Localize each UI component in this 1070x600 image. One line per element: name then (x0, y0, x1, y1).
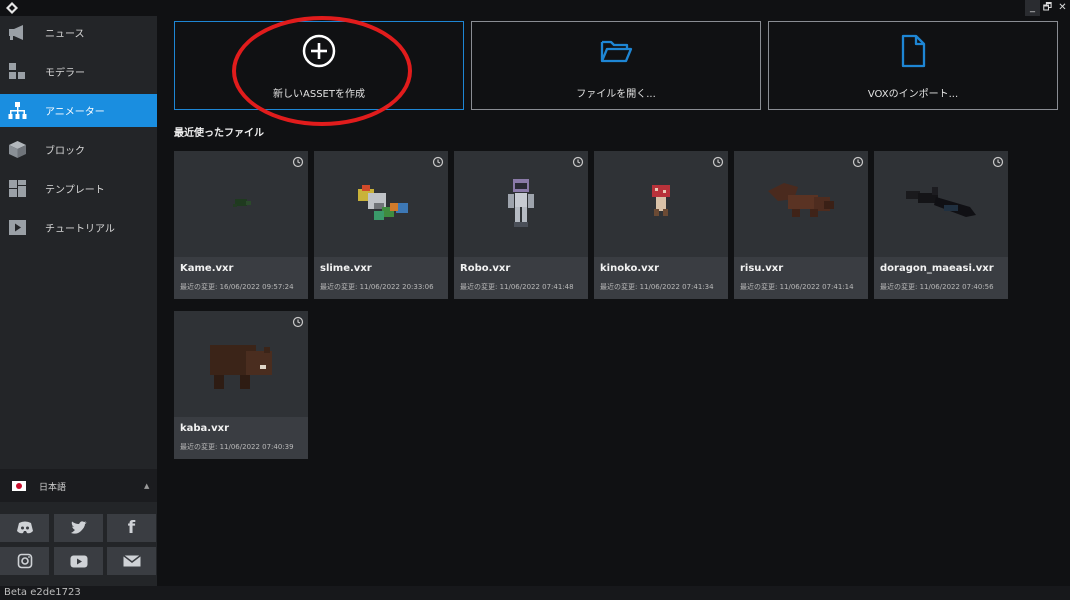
play-icon (9, 220, 26, 235)
facebook-icon: f (127, 518, 136, 538)
file-thumbnail (594, 151, 728, 257)
sidebar-item-label: ニュース (45, 29, 85, 40)
squirrel-model-preview (768, 183, 834, 217)
history-icon (432, 156, 444, 168)
file-modified: 最近の変更: 16/06/2022 09:57:24 (180, 283, 294, 291)
history-icon (292, 316, 304, 328)
sidebar-item-modeler[interactable]: モデラー (0, 55, 157, 88)
twitter-button[interactable] (54, 514, 103, 542)
sidebar-item-tutorial[interactable]: チュートリアル (0, 211, 157, 244)
file-modified: 最近の変更: 11/06/2022 07:40:39 (180, 443, 294, 451)
close-button[interactable]: ✕ (1055, 0, 1070, 16)
robot-model-preview (508, 179, 534, 227)
twitter-icon (70, 521, 87, 534)
history-icon (992, 156, 1004, 168)
recent-file-card[interactable]: slime.vxr 最近の変更: 11/06/2022 20:33:06 (314, 151, 448, 299)
sidebar-item-animator[interactable]: アニメーター (0, 94, 157, 127)
status-bar: Beta e2de1723 (0, 586, 1070, 600)
file-icon (901, 34, 926, 68)
recent-file-card[interactable]: Kame.vxr 最近の変更: 16/06/2022 09:57:24 (174, 151, 308, 299)
file-name: risu.vxr (740, 263, 784, 274)
sidebar: ニュース モデラー アニメーター ブロック テンプレート チュートリアル 日本語… (0, 16, 157, 586)
blocks-icon (9, 63, 25, 79)
file-thumbnail (734, 151, 868, 257)
file-modified: 最近の変更: 11/06/2022 07:41:48 (460, 283, 574, 291)
language-label: 日本語 (39, 483, 67, 493)
history-icon (572, 156, 584, 168)
file-name: Robo.vxr (460, 263, 511, 274)
version-label: Beta e2de1723 (4, 587, 81, 598)
file-name: Kame.vxr (180, 263, 234, 274)
mail-icon (122, 555, 141, 567)
file-thumbnail (874, 151, 1008, 257)
file-thumbnail (174, 151, 308, 257)
plus-circle-icon (302, 34, 336, 68)
language-selector[interactable]: 日本語 ▲ (0, 469, 157, 502)
open-file-label: ファイルを開く... (576, 89, 656, 100)
sidebar-item-label: テンプレート (45, 185, 105, 196)
file-name: doragon_maeasi.vxr (880, 263, 994, 274)
restore-button[interactable]: 🗗 (1040, 0, 1055, 16)
caret-up-icon: ▲ (144, 482, 150, 490)
file-thumbnail (174, 311, 308, 417)
history-icon (292, 156, 304, 168)
hierarchy-icon (8, 102, 27, 119)
folder-open-icon (600, 40, 633, 63)
file-modified: 最近の変更: 11/06/2022 07:41:34 (600, 283, 714, 291)
title-bar: _ 🗗 ✕ (0, 0, 1070, 16)
youtube-button[interactable] (54, 547, 103, 575)
recent-files-heading: 最近使ったファイル (174, 128, 264, 139)
sidebar-item-label: チュートリアル (45, 224, 115, 235)
dragon-model-preview (906, 187, 976, 217)
open-file-button[interactable]: ファイルを開く... (471, 21, 761, 110)
sidebar-item-news[interactable]: ニュース (0, 16, 157, 49)
recent-file-card[interactable]: kaba.vxr 最近の変更: 11/06/2022 07:40:39 (174, 311, 308, 459)
file-name: kaba.vxr (180, 423, 230, 434)
file-name: kinoko.vxr (600, 263, 660, 274)
template-icon (9, 180, 26, 197)
file-modified: 最近の変更: 11/06/2022 07:40:56 (880, 283, 994, 291)
import-vox-button[interactable]: VOXのインポート... (768, 21, 1058, 110)
file-thumbnail (454, 151, 588, 257)
sidebar-item-label: モデラー (45, 68, 85, 79)
file-thumbnail (314, 151, 448, 257)
slime-model-preview (358, 185, 408, 220)
history-icon (712, 156, 724, 168)
import-vox-label: VOXのインポート... (867, 89, 959, 100)
mushroom-model-preview (652, 185, 670, 216)
file-modified: 最近の変更: 11/06/2022 20:33:06 (320, 283, 434, 291)
hippo-model-preview (210, 345, 272, 389)
recent-file-card[interactable]: kinoko.vxr 最近の変更: 11/06/2022 07:41:34 (594, 151, 728, 299)
discord-icon (16, 521, 33, 534)
sidebar-item-templates[interactable]: テンプレート (0, 172, 157, 205)
recent-file-card[interactable]: risu.vxr 最近の変更: 11/06/2022 07:41:14 (734, 151, 868, 299)
file-modified: 最近の変更: 11/06/2022 07:41:14 (740, 283, 854, 291)
recent-file-card[interactable]: doragon_maeasi.vxr 最近の変更: 11/06/2022 07:… (874, 151, 1008, 299)
file-name: slime.vxr (320, 263, 372, 274)
sidebar-item-blocks[interactable]: ブロック (0, 133, 157, 166)
turtle-model-preview (233, 199, 251, 207)
mail-button[interactable] (107, 547, 156, 575)
sidebar-item-label: アニメーター (45, 107, 105, 118)
new-asset-button[interactable]: 新しいASSETを作成 (174, 21, 464, 110)
megaphone-icon (9, 25, 23, 40)
app-logo-icon (6, 2, 18, 14)
sidebar-item-label: ブロック (45, 146, 85, 157)
cube-icon (9, 141, 26, 158)
youtube-icon (70, 555, 87, 567)
minimize-button[interactable]: _ (1025, 0, 1040, 16)
facebook-button[interactable]: f (107, 514, 156, 542)
instagram-icon (17, 553, 32, 569)
japan-flag-icon (12, 481, 26, 491)
recent-file-card[interactable]: Robo.vxr 最近の変更: 11/06/2022 07:41:48 (454, 151, 588, 299)
discord-button[interactable] (0, 514, 49, 542)
history-icon (852, 156, 864, 168)
new-asset-label: 新しいASSETを作成 (273, 89, 365, 100)
instagram-button[interactable] (0, 547, 49, 575)
